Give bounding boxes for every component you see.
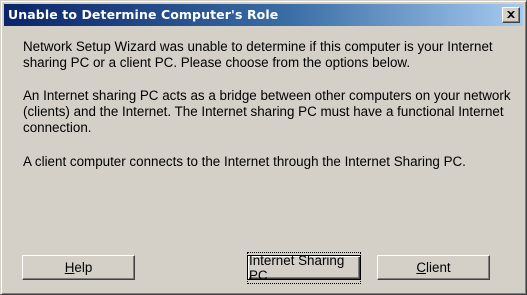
- close-icon: [507, 11, 515, 18]
- help-accelerator: H: [64, 260, 75, 275]
- internet-sharing-pc-button[interactable]: Internet Sharing PC: [247, 251, 361, 284]
- title-bar[interactable]: Unable to Determine Computer's Role: [4, 4, 523, 26]
- help-label-rest: elp: [74, 260, 93, 275]
- help-button[interactable]: Help: [22, 255, 135, 280]
- client-button[interactable]: Client: [377, 255, 490, 280]
- dialog-window: Unable to Determine Computer's Role Netw…: [0, 0, 527, 295]
- close-button[interactable]: [502, 7, 520, 23]
- message-paragraph-2: An Internet sharing PC acts as a bridge …: [23, 88, 511, 135]
- client-label-rest: lient: [426, 260, 451, 275]
- client-accelerator: C: [416, 260, 427, 275]
- window-title: Unable to Determine Computer's Role: [8, 7, 279, 22]
- client-button-label: Client: [416, 260, 450, 275]
- internet-sharing-pc-label: Internet Sharing PC: [247, 251, 361, 284]
- help-button-label: Help: [65, 260, 93, 275]
- message-paragraph-3: A client computer connects to the Intern…: [23, 154, 466, 169]
- message-paragraph-1: Network Setup Wizard was unable to deter…: [23, 39, 493, 70]
